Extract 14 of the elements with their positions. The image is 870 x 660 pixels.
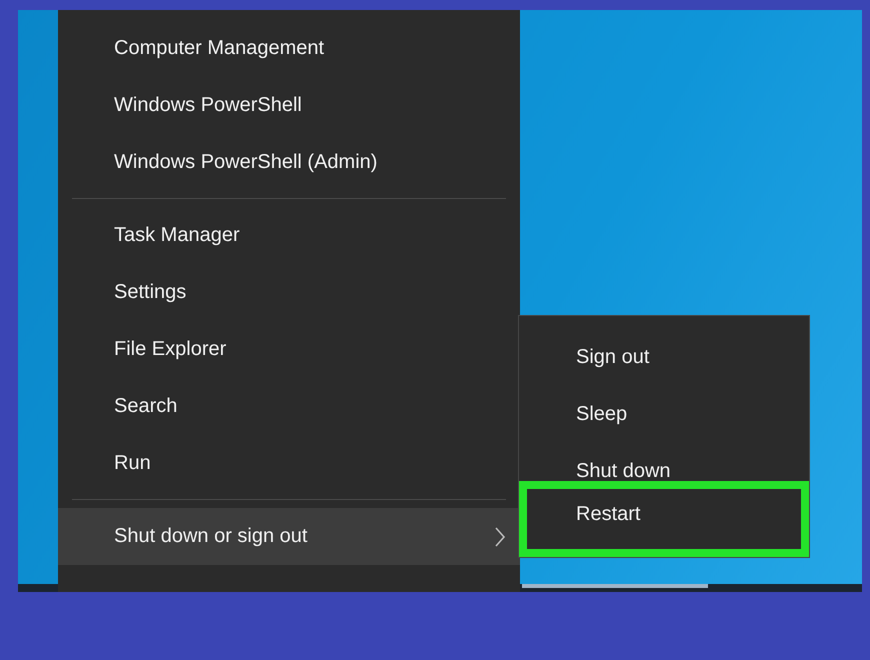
menu-item[interactable]: File Explorer [58, 321, 520, 378]
menu-item[interactable]: Task Manager [58, 207, 520, 264]
taskbar-item[interactable] [522, 584, 708, 588]
menu-item[interactable]: Sleep [519, 386, 809, 443]
menu-item[interactable]: Run [58, 435, 520, 492]
chevron-icon [494, 526, 506, 548]
menu-item[interactable]: Windows PowerShell [58, 77, 520, 134]
menu-item[interactable]: Computer Management [58, 20, 520, 77]
menu-item[interactable]: Restart [519, 481, 809, 557]
menu-item[interactable]: Sign out [519, 329, 809, 386]
menu-item[interactable]: Search [58, 378, 520, 435]
menu-item[interactable]: Windows PowerShell (Admin) [58, 134, 520, 191]
menu-item[interactable]: Shut down or sign out [58, 508, 520, 565]
menu-item[interactable]: Settings [58, 264, 520, 321]
